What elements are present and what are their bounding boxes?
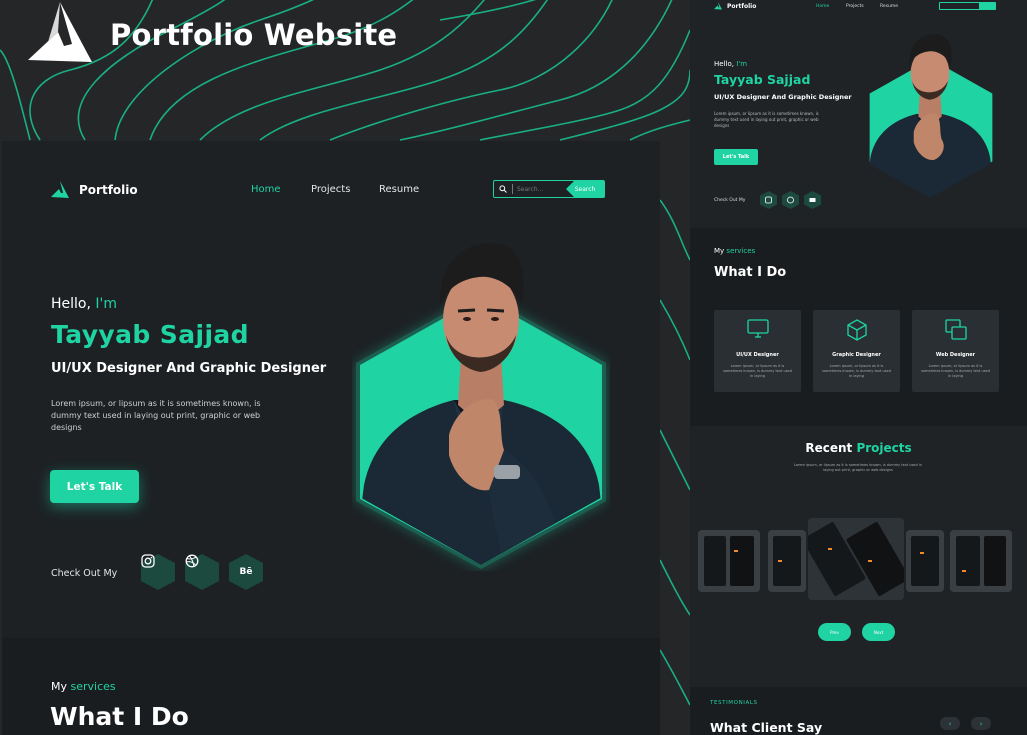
projects-description: Lorem ipsum, or lipsum as it is sometime… bbox=[794, 463, 922, 472]
carousel-next-button[interactable]: Next bbox=[862, 623, 895, 641]
side-navbar: Portfolio Home Projects Resume bbox=[690, 0, 1027, 16]
hero-description: Lorem ipsum, or lipsum as it is sometime… bbox=[51, 399, 261, 432]
carousel-prev-button[interactable]: Prev bbox=[818, 623, 851, 641]
service-card-desc: Lorem ipsum, or lipsum as it is sometime… bbox=[822, 364, 891, 378]
testimonials-next-arrow[interactable]: › bbox=[971, 717, 991, 730]
testimonials-title: What Client Say bbox=[710, 720, 823, 735]
brand-header: Portfolio Website bbox=[28, 2, 397, 68]
service-card-title: UI/UX Designer bbox=[736, 352, 779, 358]
hero-greeting: Hello, I'm bbox=[51, 296, 117, 312]
projects-title-text: Recent bbox=[805, 441, 853, 455]
projects-title: Recent Projects bbox=[690, 441, 1027, 455]
side-services-section: My services What I Do UI/UX Designer Lor… bbox=[690, 228, 1027, 426]
testimonials-section: TESTIMONIALS What Client Say ‹ › bbox=[690, 687, 1027, 735]
project-card-featured[interactable] bbox=[808, 518, 904, 600]
behance-link[interactable]: Bē bbox=[229, 554, 263, 590]
logo-icon bbox=[714, 2, 722, 10]
side-mockup: Portfolio Home Projects Resume Hello, I'… bbox=[690, 0, 1027, 735]
cube-icon bbox=[847, 319, 867, 341]
project-card[interactable] bbox=[698, 530, 760, 592]
nav-link-home[interactable]: Home bbox=[251, 184, 281, 195]
side-hero-portrait bbox=[865, 34, 995, 198]
service-card-title: Web Designer bbox=[935, 352, 976, 358]
services-subtitle: My services bbox=[51, 680, 116, 693]
dribbble-icon bbox=[185, 554, 219, 590]
services-section-preview: My services What I Do bbox=[2, 638, 660, 735]
side-nav-home[interactable]: Home bbox=[816, 4, 829, 9]
side-greeting-text: Hello, bbox=[714, 60, 734, 68]
search-input[interactable] bbox=[512, 184, 562, 194]
side-hero-name: Tayyab Sajjad bbox=[714, 72, 811, 87]
service-card-uiux[interactable]: UI/UX Designer Lorem ipsum, or lipsum as… bbox=[714, 310, 801, 392]
nav-link-projects[interactable]: Projects bbox=[311, 184, 350, 195]
testimonials-prev-arrow[interactable]: ‹ bbox=[940, 717, 960, 730]
logo-icon bbox=[28, 2, 92, 62]
search-button[interactable]: Search bbox=[566, 181, 604, 197]
side-nav-resume[interactable]: Resume bbox=[880, 4, 898, 9]
services-title: What I Do bbox=[50, 702, 189, 731]
side-hero-description: Lorem ipsum, or lipsum as it is sometime… bbox=[714, 111, 819, 128]
search-icon bbox=[494, 185, 512, 193]
chevron-right-icon: › bbox=[979, 719, 983, 728]
side-search-box[interactable] bbox=[939, 2, 996, 10]
dribbble-link[interactable] bbox=[185, 554, 219, 590]
service-card-graphic[interactable]: Graphic Designer Lorem ipsum, or lipsum … bbox=[813, 310, 900, 392]
service-card-title: Graphic Designer bbox=[832, 352, 881, 358]
side-hero-role: UI/UX Designer And Graphic Designer bbox=[714, 93, 852, 101]
side-nav-logo[interactable]: Portfolio bbox=[714, 2, 756, 10]
hero-name: Tayyab Sajjad bbox=[51, 320, 249, 349]
side-services-subtitle: My services bbox=[714, 247, 755, 255]
logo-icon bbox=[51, 181, 69, 198]
project-card[interactable] bbox=[906, 530, 944, 592]
greeting-accent: I'm bbox=[95, 296, 118, 312]
main-mockup: Portfolio Home Projects Resume Search He… bbox=[2, 141, 660, 638]
side-behance-icon[interactable] bbox=[804, 191, 821, 209]
navbar: Portfolio Home Projects Resume Search bbox=[2, 141, 660, 237]
instagram-icon bbox=[141, 554, 175, 590]
side-services-title: What I Do bbox=[714, 265, 787, 280]
check-out-label: Check Out My bbox=[51, 568, 118, 579]
service-card-desc: Lorem ipsum, or lipsum as it is sometime… bbox=[921, 364, 990, 378]
monitor-icon bbox=[747, 319, 769, 338]
greeting-text: Hello, bbox=[51, 296, 91, 312]
side-services-sub-text: My bbox=[714, 247, 725, 255]
web-design-icon bbox=[945, 319, 967, 340]
service-card-web[interactable]: Web Designer Lorem ipsum, or lipsum as i… bbox=[912, 310, 999, 392]
side-instagram-icon[interactable] bbox=[760, 191, 777, 209]
instagram-link[interactable] bbox=[141, 554, 175, 590]
nav-logo[interactable]: Portfolio bbox=[51, 181, 138, 199]
chevron-left-icon: ‹ bbox=[948, 719, 952, 728]
side-logo-text: Portfolio bbox=[727, 2, 757, 10]
hero-role: UI/UX Designer And Graphic Designer bbox=[51, 361, 327, 376]
side-check-out-label: Check Out My bbox=[714, 198, 746, 203]
brand-title: Portfolio Website bbox=[110, 18, 398, 52]
side-lets-talk-button[interactable]: Let's Talk bbox=[714, 149, 758, 165]
side-dribbble-icon[interactable] bbox=[782, 191, 799, 209]
search-box: Search bbox=[493, 180, 605, 198]
side-hero-greeting: Hello, I'm bbox=[714, 60, 747, 68]
projects-title-accent: Projects bbox=[856, 441, 912, 455]
project-card[interactable] bbox=[950, 530, 1012, 592]
project-card[interactable] bbox=[768, 530, 806, 592]
testimonials-subtitle: TESTIMONIALS bbox=[710, 700, 758, 706]
side-search-button[interactable] bbox=[979, 3, 995, 9]
side-nav-projects[interactable]: Projects bbox=[846, 4, 864, 9]
lets-talk-button[interactable]: Let's Talk bbox=[50, 470, 139, 503]
services-sub-text: My bbox=[51, 680, 68, 693]
service-card-desc: Lorem ipsum, or lipsum as it is sometime… bbox=[723, 364, 792, 378]
side-services-sub-accent: services bbox=[726, 247, 756, 255]
side-greeting-accent: I'm bbox=[736, 60, 748, 68]
nav-logo-text: Portfolio bbox=[79, 183, 138, 197]
services-sub-accent: services bbox=[70, 680, 116, 693]
nav-link-resume[interactable]: Resume bbox=[379, 184, 419, 195]
hero-portrait bbox=[354, 243, 608, 565]
behance-icon: Bē bbox=[239, 567, 253, 577]
